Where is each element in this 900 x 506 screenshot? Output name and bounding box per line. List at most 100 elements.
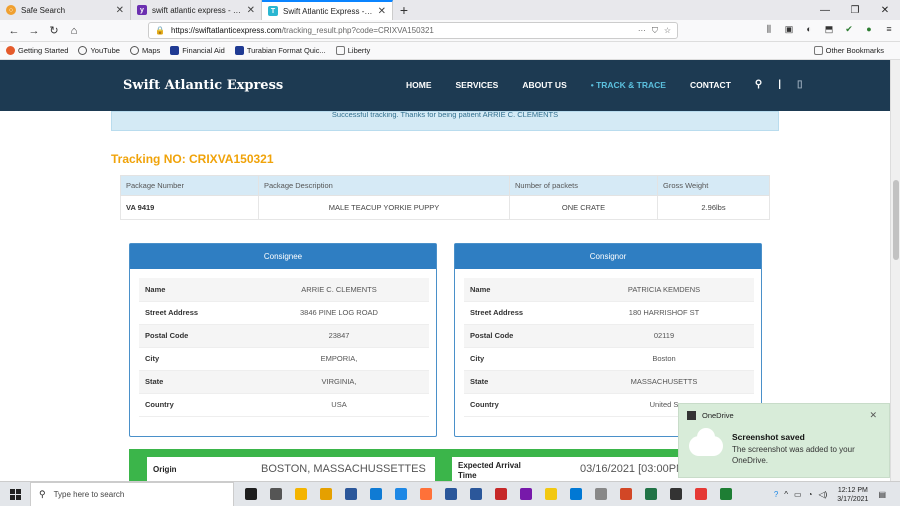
taskbar-app-icon[interactable]: [638, 482, 663, 506]
bookmark-star-icon[interactable]: ☆: [664, 26, 671, 36]
menu-icon[interactable]: ▯: [797, 79, 803, 90]
taskbar-app-icon[interactable]: [463, 482, 488, 506]
bookmark-maps[interactable]: Maps: [129, 46, 160, 55]
extension-icon[interactable]: ⬒: [822, 22, 836, 36]
pocket-icon[interactable]: ⛉: [652, 26, 658, 36]
shipment-info: Origin BOSTON, MASSACHUSSETTES Expected …: [129, 449, 762, 481]
taskbar-apps: [238, 482, 738, 506]
extension-icon[interactable]: ◐: [802, 22, 816, 36]
origin-field: Origin BOSTON, MASSACHUSSETTES: [147, 457, 435, 481]
field-value: VIRGINIA,: [249, 370, 429, 394]
clock[interactable]: 12:12 PM 3/17/2021: [837, 486, 868, 504]
taskbar-app-icon[interactable]: [713, 482, 738, 506]
column-header: Gross Weight: [657, 175, 770, 196]
field-value: 23847: [249, 324, 429, 348]
restore-icon[interactable]: ❐: [840, 0, 870, 20]
notification-app: OneDrive: [702, 411, 734, 420]
card-title: Consignee: [130, 244, 436, 269]
taskbar-app-icon[interactable]: [363, 482, 388, 506]
menu-icon[interactable]: ≡: [882, 22, 896, 36]
close-icon[interactable]: ✕: [869, 410, 877, 421]
nav-about-us[interactable]: ABOUT US: [522, 80, 566, 90]
taskbar-app-icon[interactable]: [338, 482, 363, 506]
table-row: Name PATRICIA KEMDENS: [464, 278, 754, 302]
bookmark-label: Other Bookmarks: [825, 46, 884, 55]
taskbar-app-icon[interactable]: [488, 482, 513, 506]
onedrive-notification[interactable]: OneDrive ✕ Screenshot saved The screensh…: [678, 403, 890, 478]
scrollbar-thumb[interactable]: [893, 180, 899, 260]
taskbar-app-icon[interactable]: [538, 482, 563, 506]
windows-taskbar: ⚲ Type here to search ? ^ ▭ ◔ ◁) 12:12 P…: [0, 481, 900, 506]
taskbar-app-icon[interactable]: [288, 482, 313, 506]
new-tab-button[interactable]: +: [393, 0, 415, 20]
forward-icon[interactable]: →: [24, 25, 44, 37]
reload-icon[interactable]: ↻: [44, 24, 64, 37]
bookmark-label: YouTube: [90, 46, 120, 55]
taskbar-app-icon[interactable]: [513, 482, 538, 506]
other-bookmarks[interactable]: Other Bookmarks: [813, 46, 884, 55]
field-label: Street Address: [139, 301, 249, 325]
taskbar-app-icon[interactable]: [313, 482, 338, 506]
search-icon[interactable]: ⚲: [755, 79, 762, 90]
chevron-up-icon[interactable]: ^: [784, 490, 788, 499]
back-icon[interactable]: ←: [4, 25, 24, 37]
tab-swift-express[interactable]: T Swift Atlantic Express - Secure ✕: [262, 0, 393, 20]
tab-label: Safe Search: [21, 5, 66, 15]
battery-icon[interactable]: ▭: [794, 490, 802, 499]
minimize-icon[interactable]: —: [810, 0, 840, 20]
url-bar[interactable]: 🔒 https://swiftatlanticexpress.com/track…: [148, 22, 678, 39]
bookmark-getting-started[interactable]: Getting Started: [6, 46, 68, 55]
notification-header: OneDrive: [687, 411, 734, 420]
tab-label: swift atlantic express - safesea: [152, 5, 243, 15]
nav-home[interactable]: HOME: [406, 80, 432, 90]
volume-icon[interactable]: ◁): [818, 490, 827, 499]
bookmark-turabian[interactable]: Turabian Format Quic...: [234, 46, 326, 55]
windows-icon: [9, 488, 21, 500]
library-icon[interactable]: ⫼: [762, 22, 776, 36]
extension-icon[interactable]: ●: [862, 22, 876, 36]
nav-track-trace[interactable]: • TRACK & TRACE: [591, 80, 666, 90]
nav-contact[interactable]: CONTACT: [690, 80, 731, 90]
wifi-icon[interactable]: ◔: [808, 490, 813, 499]
taskbar-app-icon[interactable]: [613, 482, 638, 506]
page-scrollbar[interactable]: [890, 60, 900, 481]
site-logo[interactable]: Swift Atlantic Express: [123, 78, 283, 93]
taskbar-app-icon[interactable]: [388, 482, 413, 506]
nav-services[interactable]: SERVICES: [456, 80, 499, 90]
taskbar-app-icon[interactable]: [438, 482, 463, 506]
bookmark-youtube[interactable]: YouTube: [78, 46, 120, 55]
close-window-icon[interactable]: ✕: [870, 0, 900, 20]
taskbar-search[interactable]: ⚲ Type here to search: [30, 481, 234, 506]
table-row: State MASSACHUSETTS: [464, 370, 754, 394]
taskbar-app-icon[interactable]: [688, 482, 713, 506]
tab-swift-search[interactable]: y swift atlantic express - safesea ✕: [131, 0, 262, 20]
taskbar-app-icon[interactable]: [588, 482, 613, 506]
tab-safe-search[interactable]: ○ Safe Search ✕: [0, 0, 131, 20]
home-icon[interactable]: ⌂: [64, 25, 84, 37]
more-icon[interactable]: ···: [638, 26, 646, 36]
start-button[interactable]: [0, 488, 30, 500]
bookmark-liberty[interactable]: Liberty: [335, 46, 370, 55]
bookmark-financial-aid[interactable]: Financial Aid: [170, 46, 225, 55]
field-label: Name: [464, 278, 574, 302]
site-header: Swift Atlantic Express HOME SERVICES ABO…: [0, 60, 890, 111]
close-icon[interactable]: ✕: [116, 5, 124, 16]
folder-icon: [813, 46, 823, 55]
taskbar-app-icon[interactable]: [263, 482, 288, 506]
alert-text: Successful tracking. Thanks for being pa…: [331, 111, 559, 119]
help-icon[interactable]: ?: [774, 490, 778, 499]
consignee-table: Name ARRIE C. CLEMENTS Street Address 3846…: [139, 278, 429, 417]
sidebar-icon[interactable]: ▣: [782, 22, 796, 36]
divider-icon: |: [778, 79, 782, 90]
table-cell: MALE TEACUP YORKIE PUPPY: [258, 195, 510, 220]
extension-icon[interactable]: ✔: [842, 22, 856, 36]
close-icon[interactable]: ✕: [378, 6, 386, 17]
notifications-icon[interactable]: ▤: [878, 490, 886, 499]
taskbar-app-icon[interactable]: [413, 482, 438, 506]
close-icon[interactable]: ✕: [247, 5, 255, 16]
taskbar-app-icon[interactable]: [563, 482, 588, 506]
taskbar-app-icon[interactable]: [238, 482, 263, 506]
safe-search-icon: ○: [6, 5, 16, 15]
taskbar-app-icon[interactable]: [663, 482, 688, 506]
globe-icon: [78, 46, 88, 55]
